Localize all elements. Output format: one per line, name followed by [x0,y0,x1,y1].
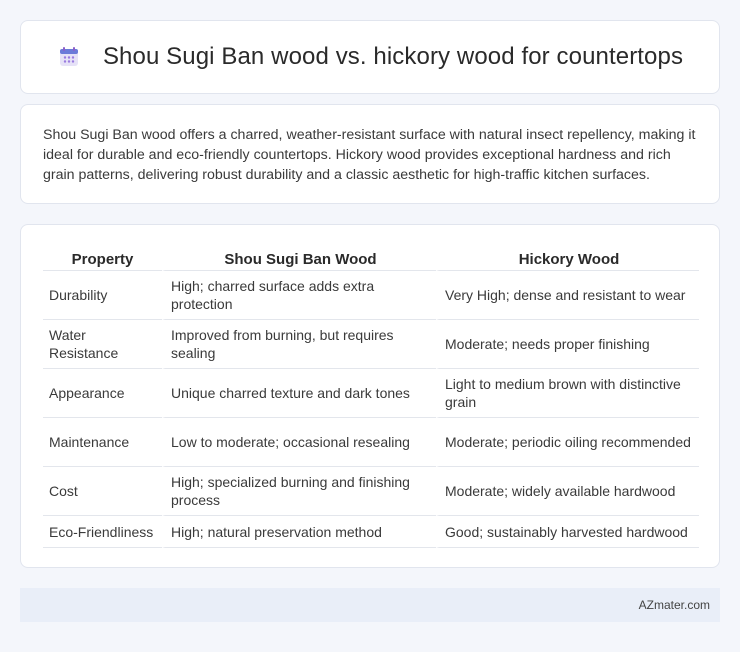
footer-source: AZmater.com [638,598,710,612]
comparison-table: Property Shou Sugi Ban Wood Hickory Wood… [43,245,699,548]
page-title: Shou Sugi Ban wood vs. hickory wood for … [102,43,684,70]
cell-shou-sugi-ban: Low to moderate; occasional resealing [162,418,436,467]
cell-shou-sugi-ban: Improved from burning, but requires seal… [162,320,436,369]
cell-shou-sugi-ban: High; natural preservation method [162,516,436,548]
header-hickory: Hickory Wood [436,245,699,271]
table-row: Cost High; specialized burning and finis… [43,467,699,516]
title-card: Shou Sugi Ban wood vs. hickory wood for … [20,20,720,94]
cell-shou-sugi-ban: High; charred surface adds extra protect… [162,271,436,320]
cell-hickory: Moderate; widely available hardwood [436,467,699,516]
cell-property: Maintenance [43,418,162,467]
table-row: Durability High; charred surface adds ex… [43,271,699,320]
cell-property: Appearance [43,369,162,418]
summary-card: Shou Sugi Ban wood offers a charred, wea… [20,104,720,204]
table-row: Maintenance Low to moderate; occasional … [43,418,699,467]
footer: AZmater.com [20,588,720,622]
summary-text: Shou Sugi Ban wood offers a charred, wea… [43,127,696,183]
cell-property: Water Resistance [43,320,162,369]
cell-hickory: Moderate; periodic oiling recommended [436,418,699,467]
cell-hickory: Good; sustainably harvested hardwood [436,516,699,548]
header-property: Property [43,245,162,271]
cell-property: Cost [43,467,162,516]
cell-hickory: Moderate; needs proper finishing [436,320,699,369]
table-row: Eco-Friendliness High; natural preservat… [43,516,699,548]
comparison-card: Property Shou Sugi Ban Wood Hickory Wood… [20,224,720,568]
table-row: Water Resistance Improved from burning, … [43,320,699,369]
cell-hickory: Very High; dense and resistant to wear [436,271,699,320]
header-shou-sugi-ban: Shou Sugi Ban Wood [162,245,436,271]
calendar-icon [57,45,81,69]
cell-shou-sugi-ban: Unique charred texture and dark tones [162,369,436,418]
cell-property: Eco-Friendliness [43,516,162,548]
cell-property: Durability [43,271,162,320]
table-header-row: Property Shou Sugi Ban Wood Hickory Wood [43,245,699,271]
table-row: Appearance Unique charred texture and da… [43,369,699,418]
cell-hickory: Light to medium brown with distinctive g… [436,369,699,418]
cell-shou-sugi-ban: High; specialized burning and finishing … [162,467,436,516]
